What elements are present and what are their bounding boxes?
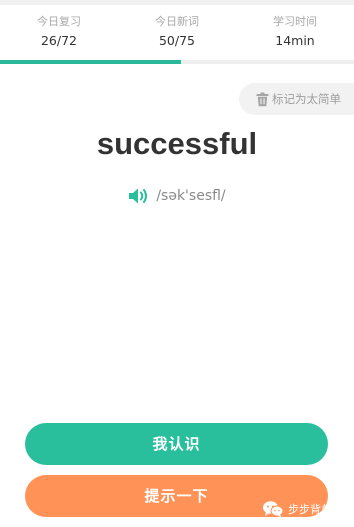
- stats-bar: 今日复习 26/72 今日新词 50/75 学习时间 14min: [0, 14, 354, 54]
- stat-new-words-value: 50/75: [158, 33, 196, 48]
- progress-fill: [0, 60, 181, 64]
- mark-too-easy-button[interactable]: 标记为太简单: [239, 83, 354, 115]
- stat-study-time: 学习时间 14min: [236, 14, 354, 51]
- top-divider: [0, 0, 354, 5]
- wechat-icon: [262, 500, 284, 518]
- stat-new-words-label: 今日新词: [155, 15, 199, 28]
- pronunciation-row: /sək'sesfl/: [0, 184, 354, 208]
- watermark-text: 步步背单词: [288, 503, 343, 516]
- stat-new-words: 今日新词 50/75: [118, 14, 236, 51]
- stat-review-label: 今日复习: [37, 15, 81, 28]
- stat-review: 今日复习 26/72: [0, 14, 118, 51]
- i-know-button[interactable]: 我认识: [25, 423, 328, 465]
- phonetic-transcription: /sək'sesfl/: [156, 188, 226, 204]
- stat-study-time-value: 14min: [275, 33, 315, 48]
- stat-review-value: 26/72: [40, 33, 78, 48]
- vocabulary-word: successful: [96, 126, 258, 161]
- wechat-watermark: 步步背单词: [262, 498, 343, 520]
- speaker-icon[interactable]: [128, 186, 150, 206]
- stat-study-time-label: 学习时间: [273, 15, 317, 28]
- progress-bar: [0, 60, 354, 64]
- trash-icon: [255, 92, 270, 107]
- mark-too-easy-label: 标记为太简单: [272, 92, 341, 106]
